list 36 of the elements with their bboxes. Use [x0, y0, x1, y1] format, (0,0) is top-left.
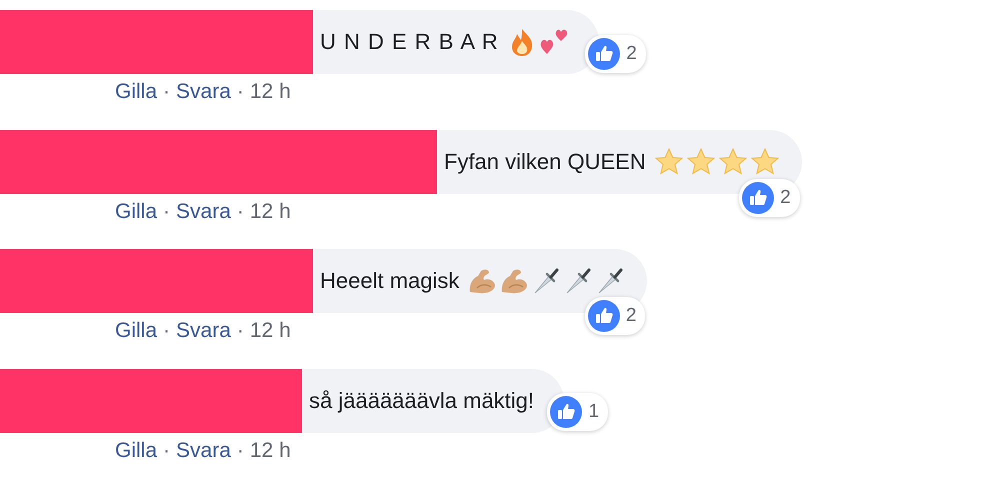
timestamp: 12 h	[250, 438, 291, 462]
star-icon	[718, 146, 748, 176]
separator-dot: ·	[236, 80, 244, 104]
action-link[interactable]: Gilla	[115, 438, 158, 462]
action-link[interactable]: Svara	[176, 200, 231, 224]
timestamp: 12 h	[250, 200, 291, 224]
separator-dot: ·	[236, 438, 244, 462]
timestamp: 12 h	[250, 80, 291, 104]
timestamp: 12 h	[250, 319, 291, 343]
action-link[interactable]: Svara	[176, 438, 231, 462]
thumbs-up-icon	[742, 182, 774, 214]
thumbs-up-icon	[550, 396, 582, 428]
star-icon	[654, 146, 684, 176]
thumbs-up-icon	[588, 38, 620, 70]
separator-dot: ·	[163, 319, 170, 343]
star-icon	[686, 146, 716, 176]
like-count-badge[interactable]: 2	[739, 178, 800, 216]
comment-text: Fyfan vilken QUEEN	[444, 148, 646, 174]
like-count-badge[interactable]: 1	[547, 392, 608, 430]
like-count-badge[interactable]: 2	[584, 297, 646, 335]
separator-dot: ·	[236, 319, 244, 343]
separator-dot: ·	[163, 200, 170, 224]
action-link[interactable]: Svara	[176, 319, 231, 343]
action-link[interactable]: Svara	[176, 80, 231, 104]
star-icon	[750, 146, 780, 176]
thumbs-up-icon	[588, 300, 620, 332]
comment-text: U N D E R B A R	[320, 29, 499, 55]
action-link[interactable]: Gilla	[115, 200, 158, 224]
comment-text: Heeelt magisk	[320, 268, 460, 294]
separator-dot: ·	[163, 438, 170, 462]
comment-text: så jääääääävla mäktig!	[309, 388, 534, 414]
action-link[interactable]: Gilla	[115, 80, 158, 104]
action-link[interactable]: Gilla	[115, 319, 158, 343]
like-count-badge[interactable]: 2	[585, 35, 646, 73]
separator-dot: ·	[236, 200, 244, 224]
separator-dot: ·	[163, 80, 170, 104]
